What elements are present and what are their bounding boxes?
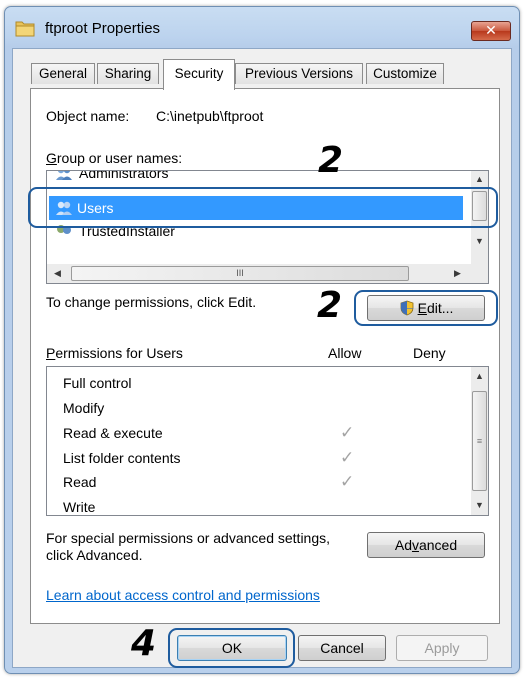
scroll-down-icon[interactable]: ▼ (471, 497, 488, 514)
permissions-label-text: ermissions for Users (55, 345, 183, 361)
advanced-label-post: anced (418, 537, 458, 553)
title-bar: ftproot Properties ✕ (5, 7, 519, 49)
window-title: ftproot Properties (45, 20, 161, 37)
apply-button-label: Apply (424, 640, 460, 656)
step-callout-users: 2 (318, 140, 344, 181)
permissions-vertical-scrollbar[interactable]: ▲ ≡ ▼ (471, 367, 488, 515)
step-callout-ok: 4 (131, 623, 157, 664)
advanced-text-line2: click Advanced. (46, 547, 143, 563)
permission-row: Modify (63, 400, 105, 416)
scroll-up-icon[interactable]: ▲ (471, 171, 488, 188)
permission-row: List folder contents (63, 450, 181, 466)
deny-column-header: Deny (413, 345, 446, 361)
tab-customize[interactable]: Customize (366, 63, 444, 84)
edit-highlight-box (354, 290, 498, 326)
allow-check-icon: ✓ (340, 448, 355, 468)
user-name: Administrators (79, 171, 169, 181)
permissions-label-accel: P (46, 345, 56, 361)
user-list-horizontal-scrollbar[interactable]: ◀ III ▶ (47, 264, 471, 283)
advanced-label-accel: v (411, 537, 419, 553)
users-group-icon (56, 171, 72, 180)
object-name-label: Object name: (46, 108, 130, 124)
allow-check-icon: ✓ (340, 472, 355, 492)
permission-row: Write (63, 499, 96, 515)
permission-row: Read & execute (63, 425, 163, 441)
scrollbar-corner (471, 264, 488, 283)
tab-previous-versions[interactable]: Previous Versions (235, 63, 363, 84)
close-icon: ✕ (485, 23, 497, 39)
scroll-right-icon[interactable]: ▶ (449, 265, 466, 282)
tab-label: Sharing (104, 66, 152, 81)
advanced-text-line1: For special permissions or advanced sett… (46, 530, 331, 546)
ok-highlight-box (168, 628, 295, 668)
scroll-up-icon[interactable]: ▲ (471, 368, 488, 385)
object-name-value: C:\inetpub\ftproot (156, 108, 264, 124)
cancel-button[interactable]: Cancel (298, 635, 386, 661)
permission-row: Full control (63, 375, 132, 391)
learn-access-control-link[interactable]: Learn about access control and permissio… (46, 587, 320, 603)
allow-check-icon: ✓ (340, 423, 355, 443)
scrollbar-grip: III (236, 268, 244, 278)
cancel-button-label: Cancel (320, 640, 364, 656)
tab-label: Previous Versions (244, 66, 354, 81)
permission-row: Read (63, 474, 97, 490)
permissions-label: Permissions for Users (46, 345, 183, 361)
scrollbar-thumb[interactable]: ≡ (472, 391, 487, 491)
step-callout-edit: 2 (317, 285, 343, 326)
tab-sharing[interactable]: Sharing (97, 63, 159, 84)
change-permissions-text: To change permissions, click Edit. (46, 294, 257, 310)
scrollbar-thumb[interactable]: III (71, 266, 409, 281)
tab-label: Customize (373, 66, 437, 81)
tab-label: Security (174, 66, 224, 81)
group-users-label-text: roup or user names: (56, 150, 183, 166)
apply-button[interactable]: Apply (396, 635, 488, 661)
folder-icon (15, 21, 35, 37)
group-users-label: Group or user names: (46, 150, 182, 166)
users-highlight-box (28, 187, 498, 228)
scroll-down-icon[interactable]: ▼ (471, 233, 488, 250)
scroll-left-icon[interactable]: ◀ (49, 265, 66, 282)
tab-label: General (38, 66, 88, 81)
tab-general[interactable]: General (31, 63, 95, 84)
group-users-label-accel: G (46, 150, 57, 166)
close-button[interactable]: ✕ (471, 21, 511, 41)
advanced-button[interactable]: Advanced (367, 532, 485, 558)
advanced-label-pre: Ad (394, 537, 412, 553)
allow-column-header: Allow (328, 345, 362, 361)
tab-security-header[interactable]: Security (163, 59, 235, 90)
tab-security[interactable] (163, 90, 233, 91)
